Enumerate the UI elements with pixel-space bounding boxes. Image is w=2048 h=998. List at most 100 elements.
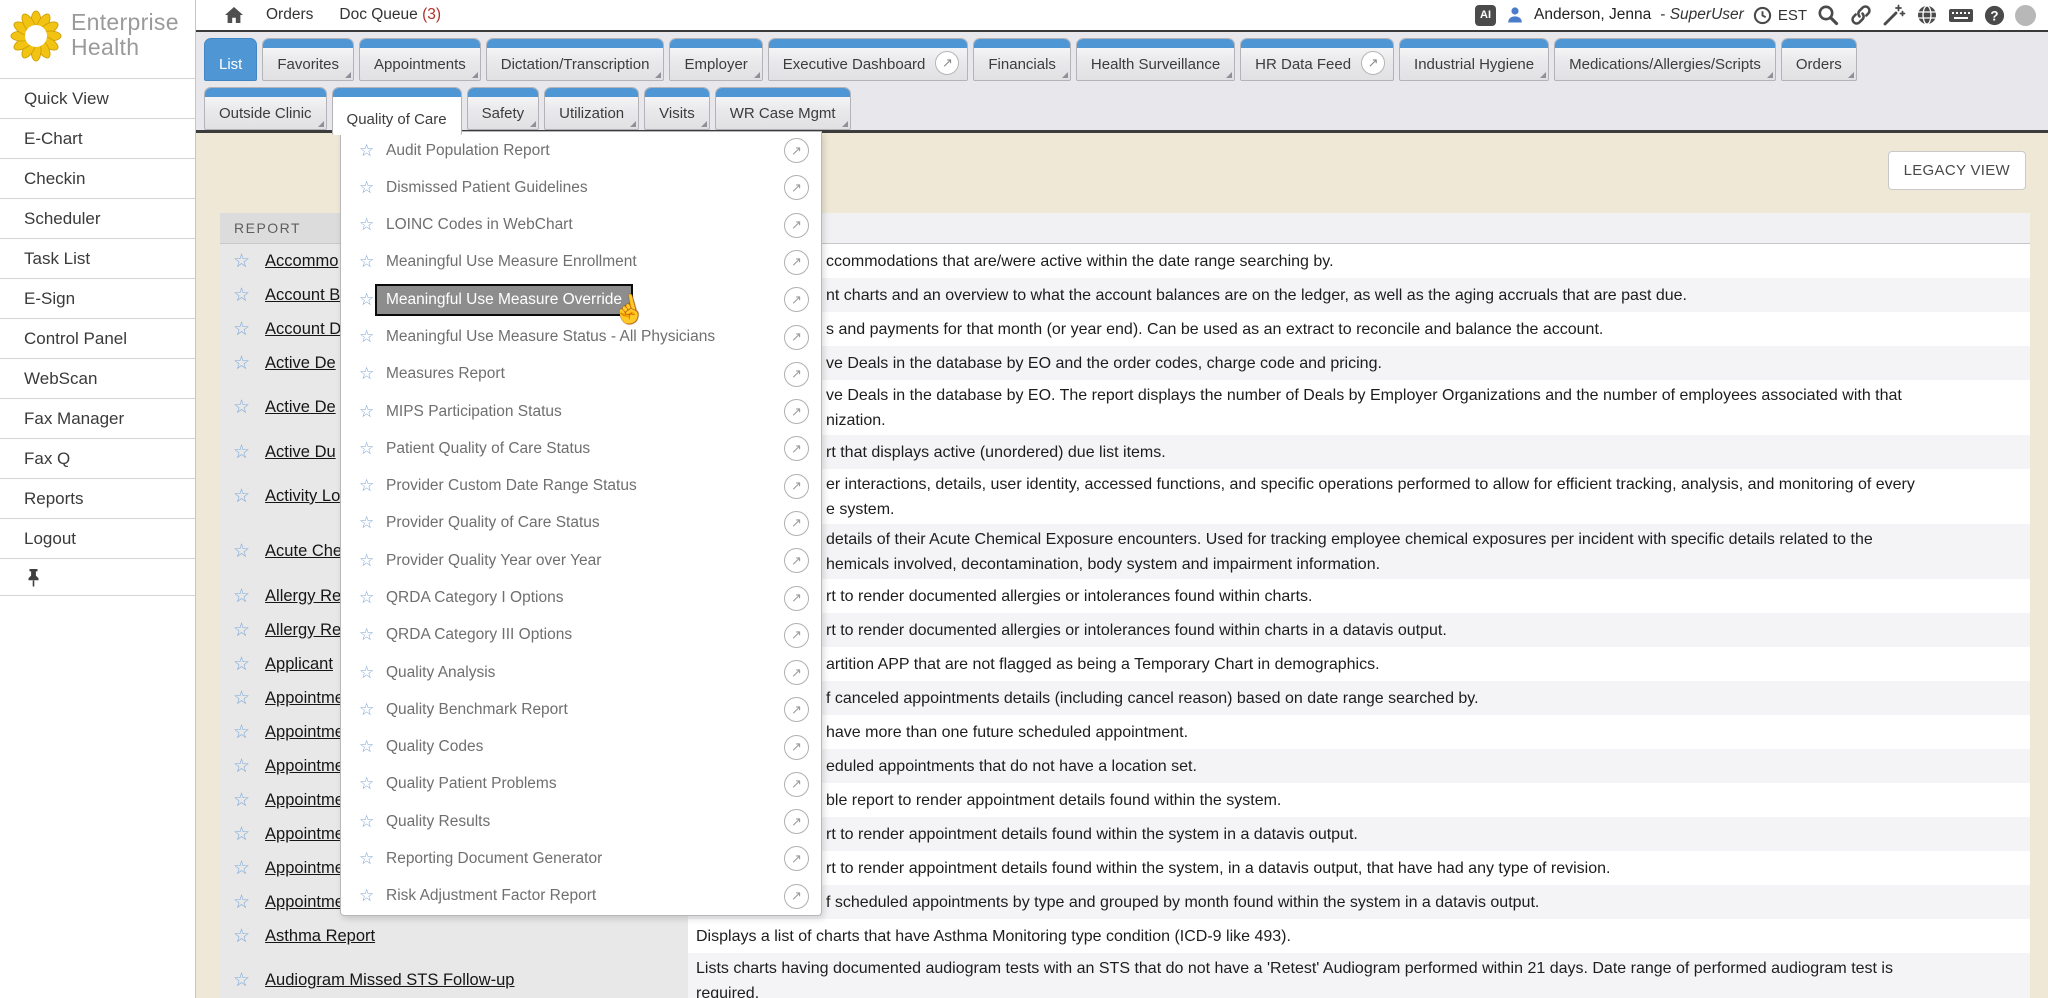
tab-appointments[interactable]: Appointments — [359, 38, 481, 81]
open-in-new-icon[interactable]: ↗ — [784, 846, 809, 871]
dropdown-item-reporting-document-generator[interactable]: ☆ Reporting Document Generator ↗ — [341, 840, 821, 877]
dropdown-item-quality-benchmark-report[interactable]: ☆ Quality Benchmark Report ↗ — [341, 691, 821, 728]
open-in-new-icon[interactable]: ↗ — [784, 623, 809, 648]
favorite-star-icon[interactable]: ☆ — [233, 925, 250, 948]
dropdown-item-qrda-category-i-options[interactable]: ☆ QRDA Category I Options ↗ — [341, 579, 821, 616]
tab-financials[interactable]: Financials — [973, 38, 1071, 81]
favorite-star-icon[interactable]: ☆ — [359, 737, 381, 757]
open-in-new-icon[interactable]: ↗ — [784, 772, 809, 797]
tab-executive-dashboard[interactable]: Executive Dashboard ↗ — [768, 38, 969, 81]
tab-visits[interactable]: Visits — [644, 87, 710, 130]
dropdown-item-patient-quality-of-care-status[interactable]: ☆ Patient Quality of Care Status ↗ — [341, 430, 821, 467]
home-icon[interactable] — [224, 6, 244, 25]
favorite-star-icon[interactable]: ☆ — [359, 886, 381, 906]
report-link-account-b[interactable]: Account B — [265, 286, 340, 305]
favorite-star-icon[interactable]: ☆ — [359, 141, 381, 161]
nav-doc-queue[interactable]: Doc Queue (3) — [339, 6, 441, 24]
favorite-star-icon[interactable]: ☆ — [233, 653, 250, 676]
favorite-star-icon[interactable]: ☆ — [359, 849, 381, 869]
tab-favorites[interactable]: Favorites — [262, 38, 354, 81]
favorite-star-icon[interactable]: ☆ — [233, 250, 250, 273]
help-icon[interactable]: ? — [1983, 4, 2006, 27]
tab-outside-clinic[interactable]: Outside Clinic — [204, 87, 327, 130]
dropdown-item-meaningful-use-measure-enrollment[interactable]: ☆ Meaningful Use Measure Enrollment ↗ — [341, 244, 821, 281]
favorite-star-icon[interactable]: ☆ — [233, 284, 250, 307]
open-in-new-icon[interactable]: ↗ — [784, 809, 809, 834]
wand-icon[interactable] — [1882, 3, 1906, 27]
open-in-new-icon[interactable]: ↗ — [784, 399, 809, 424]
open-in-new-icon[interactable]: ↗ — [784, 362, 809, 387]
report-link-active-de[interactable]: Active De — [265, 398, 336, 417]
favorite-star-icon[interactable]: ☆ — [233, 891, 250, 914]
report-link-asthma-report[interactable]: Asthma Report — [265, 927, 375, 946]
report-link-allergy-re[interactable]: Allergy Re — [265, 587, 341, 606]
favorite-star-icon[interactable]: ☆ — [359, 252, 381, 272]
favorite-star-icon[interactable]: ☆ — [359, 402, 381, 422]
sidebar-item-webscan[interactable]: WebScan — [0, 359, 195, 399]
report-link-acute-che[interactable]: Acute Che — [265, 542, 342, 561]
dropdown-item-meaningful-use-measure-status-all-physicians[interactable]: ☆ Meaningful Use Measure Status - All Ph… — [341, 318, 821, 355]
sidebar-item-e-chart[interactable]: E-Chart — [0, 119, 195, 159]
report-link-appointme[interactable]: Appointme — [265, 859, 344, 878]
favorite-star-icon[interactable]: ☆ — [233, 619, 250, 642]
favorite-star-icon[interactable]: ☆ — [359, 588, 381, 608]
report-link-appointme[interactable]: Appointme — [265, 757, 344, 776]
report-link-appointme[interactable]: Appointme — [265, 825, 344, 844]
tab-wr-case-mgmt[interactable]: WR Case Mgmt — [715, 87, 851, 130]
favorite-star-icon[interactable]: ☆ — [233, 823, 250, 846]
favorite-star-icon[interactable]: ☆ — [233, 789, 250, 812]
nav-orders[interactable]: Orders — [266, 6, 313, 24]
favorite-star-icon[interactable]: ☆ — [233, 721, 250, 744]
tab-quality-of-care[interactable]: Quality of Care — [332, 87, 462, 135]
dropdown-item-meaningful-use-measure-override[interactable]: ☆ Meaningful Use Measure Override ↗ — [341, 281, 821, 318]
tab-employer[interactable]: Employer — [669, 38, 762, 81]
sidebar-item-task-list[interactable]: Task List — [0, 239, 195, 279]
sidebar-item-reports[interactable]: Reports — [0, 479, 195, 519]
favorite-star-icon[interactable]: ☆ — [359, 178, 381, 198]
favorite-star-icon[interactable]: ☆ — [359, 812, 381, 832]
open-in-new-icon[interactable]: ↗ — [784, 138, 809, 163]
sidebar-item-quick-view[interactable]: Quick View — [0, 79, 195, 119]
legacy-view-button[interactable]: LEGACY VIEW — [1888, 151, 2026, 190]
report-link-appointme[interactable]: Appointme — [265, 723, 344, 742]
open-in-new-icon[interactable]: ↗ — [784, 325, 809, 350]
sidebar-item-fax-q[interactable]: Fax Q — [0, 439, 195, 479]
search-icon[interactable] — [1816, 3, 1840, 27]
globe-icon[interactable] — [1915, 3, 1939, 27]
dropdown-item-provider-quality-of-care-status[interactable]: ☆ Provider Quality of Care Status ↗ — [341, 505, 821, 542]
tab-health-surveillance[interactable]: Health Surveillance — [1076, 38, 1235, 81]
dropdown-item-provider-custom-date-range-status[interactable]: ☆ Provider Custom Date Range Status ↗ — [341, 468, 821, 505]
dropdown-item-provider-quality-year-over-year[interactable]: ☆ Provider Quality Year over Year ↗ — [341, 542, 821, 579]
tab-list[interactable]: List — [204, 38, 257, 81]
favorite-star-icon[interactable]: ☆ — [233, 396, 250, 419]
dropdown-item-quality-codes[interactable]: ☆ Quality Codes ↗ — [341, 729, 821, 766]
open-in-new-icon[interactable]: ↗ — [784, 175, 809, 200]
sidebar-item-checkin[interactable]: Checkin — [0, 159, 195, 199]
report-link-appointme[interactable]: Appointme — [265, 689, 344, 708]
tab-medications-allergies-scripts[interactable]: Medications/Allergies/Scripts — [1554, 38, 1776, 81]
favorite-star-icon[interactable]: ☆ — [233, 755, 250, 778]
person-icon[interactable] — [1505, 5, 1525, 25]
dropdown-item-measures-report[interactable]: ☆ Measures Report ↗ — [341, 356, 821, 393]
dropdown-item-risk-adjustment-factor-report[interactable]: ☆ Risk Adjustment Factor Report ↗ — [341, 878, 821, 915]
report-link-account-d[interactable]: Account D — [265, 320, 341, 339]
favorite-star-icon[interactable]: ☆ — [359, 551, 381, 571]
report-link-accommo[interactable]: Accommo — [265, 252, 338, 271]
link-icon[interactable] — [1849, 3, 1873, 27]
open-in-new-icon[interactable]: ↗ — [784, 735, 809, 760]
tab-utilization[interactable]: Utilization — [544, 87, 639, 130]
sidebar-item-logout[interactable]: Logout — [0, 519, 195, 559]
clock-icon[interactable] — [1753, 6, 1772, 25]
favorite-star-icon[interactable]: ☆ — [233, 969, 250, 992]
report-link-activity-lo[interactable]: Activity Lo — [265, 487, 340, 506]
tab-orders[interactable]: Orders — [1781, 38, 1857, 81]
dropdown-item-audit-population-report[interactable]: ☆ Audit Population Report ↗ — [341, 132, 821, 169]
dropdown-item-quality-analysis[interactable]: ☆ Quality Analysis ↗ — [341, 654, 821, 691]
open-in-new-icon[interactable]: ↗ — [784, 548, 809, 573]
favorite-star-icon[interactable]: ☆ — [359, 364, 381, 384]
open-in-new-icon[interactable]: ↗ — [784, 213, 809, 238]
favorite-star-icon[interactable]: ☆ — [233, 540, 250, 563]
sidebar-item-control-panel[interactable]: Control Panel — [0, 319, 195, 359]
favorite-star-icon[interactable]: ☆ — [233, 352, 250, 375]
tab-safety[interactable]: Safety — [467, 87, 540, 130]
